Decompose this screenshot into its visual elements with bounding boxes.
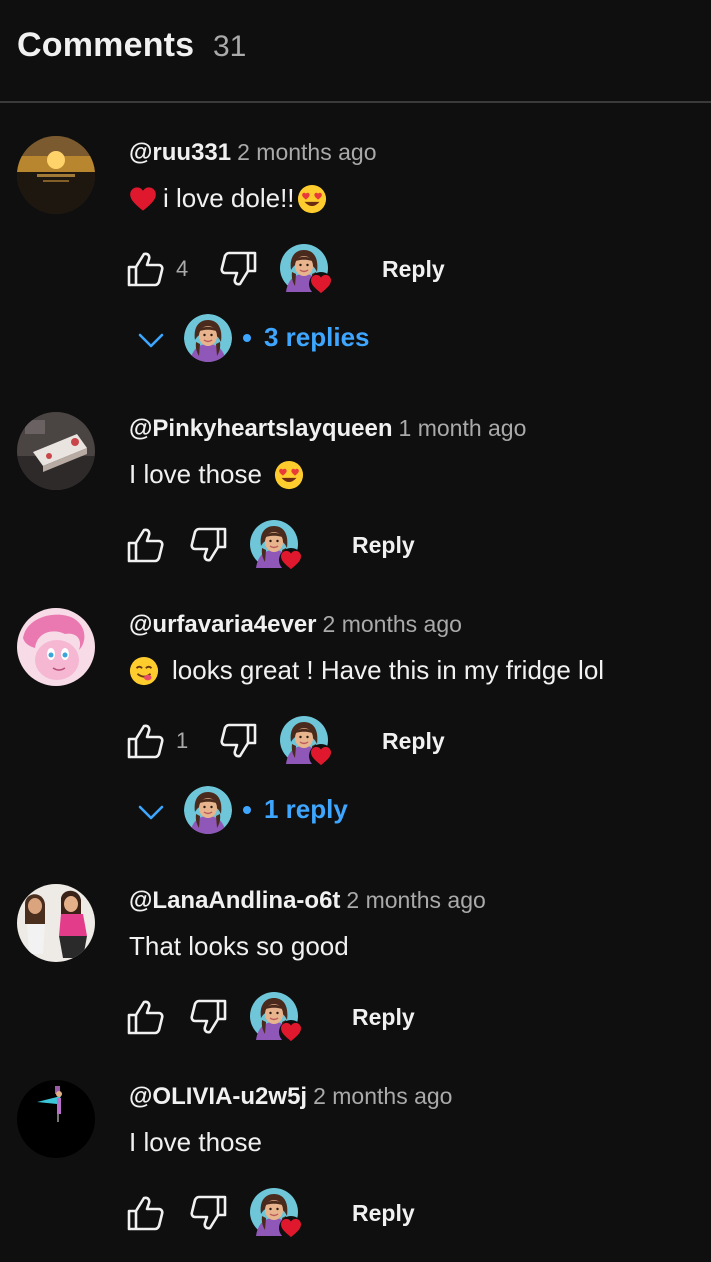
heart-eyes-emoji-icon <box>297 184 327 214</box>
dislike-icon[interactable] <box>220 250 258 288</box>
comment-text: I love those <box>129 1127 262 1158</box>
reply-button[interactable]: Reply <box>352 532 415 559</box>
chevron-down-icon <box>137 328 165 352</box>
comment-timestamp[interactable]: 2 months ago <box>323 611 462 637</box>
comment-timestamp[interactable]: 1 month ago <box>399 415 527 441</box>
comment-timestamp[interactable]: 2 months ago <box>313 1083 452 1109</box>
comment-text: looks great ! Have this in my fridge lol <box>129 655 604 686</box>
like-icon[interactable] <box>126 526 164 564</box>
creator-heart-icon <box>250 992 304 1046</box>
replies-count-label: 3 replies <box>264 322 370 352</box>
comment-author[interactable]: @Pinkyheartslayqueen <box>129 415 393 442</box>
separator-dot <box>243 334 251 342</box>
avatar[interactable] <box>17 1080 95 1158</box>
comment-body: I love those <box>129 1127 262 1157</box>
comment-body: That looks so good <box>129 931 349 961</box>
comment-meta: @urfavaria4ever 2 months ago <box>129 611 462 639</box>
creator-heart-icon <box>250 520 304 574</box>
avatar[interactable] <box>17 136 95 214</box>
chevron-down-icon <box>137 800 165 824</box>
like-icon[interactable] <box>126 250 164 288</box>
like-icon[interactable] <box>126 998 164 1036</box>
creator-heart-icon <box>250 1188 304 1242</box>
separator-dot <box>243 806 251 814</box>
comment-meta: @OLIVIA-u2w5j 2 months ago <box>129 1083 452 1111</box>
reply-button[interactable]: Reply <box>382 256 445 283</box>
comment-actions: Reply <box>126 992 526 1044</box>
comment-text: i love dole!! <box>129 183 327 214</box>
creator-avatar-image <box>184 314 232 362</box>
comment-meta: @LanaAndlina-o6t 2 months ago <box>129 887 486 915</box>
sunset-avatar-image <box>17 136 95 214</box>
dislike-icon[interactable] <box>190 1194 228 1232</box>
like-icon[interactable] <box>126 1194 164 1232</box>
creator-avatar <box>184 786 232 834</box>
comment-actions: Reply <box>126 520 526 572</box>
pink-pony-avatar-image <box>17 608 95 686</box>
yum-emoji-icon <box>129 656 159 686</box>
dolls-avatar-image <box>17 884 95 962</box>
avatar[interactable] <box>17 608 95 686</box>
avatar[interactable] <box>17 412 95 490</box>
red-heart-emoji-icon <box>129 186 157 212</box>
comment-timestamp[interactable]: 2 months ago <box>346 887 485 913</box>
comment-author[interactable]: @urfavaria4ever <box>129 611 317 638</box>
like-count: 4 <box>176 256 189 281</box>
replies-count-label: 1 reply <box>264 794 348 824</box>
comment-body: i love dole!! <box>163 183 295 213</box>
comment-timestamp[interactable]: 2 months ago <box>237 139 376 165</box>
comment-meta: @Pinkyheartslayqueen 1 month ago <box>129 415 526 443</box>
comment-author[interactable]: @OLIVIA-u2w5j <box>129 1083 307 1110</box>
comment-actions: 4 Reply <box>126 244 526 296</box>
comments-title: Comments <box>17 26 195 64</box>
creator-avatar-image <box>184 786 232 834</box>
view-replies-button[interactable]: 1 reply <box>137 786 437 838</box>
cake-avatar-image <box>17 412 95 490</box>
comment-author[interactable]: @LanaAndlina-o6t <box>129 887 340 914</box>
comment-actions: 1 Reply <box>126 716 526 768</box>
creator-avatar <box>184 314 232 362</box>
comment-text: That looks so good <box>129 931 349 962</box>
creator-heart-icon <box>280 716 334 770</box>
view-replies-button[interactable]: 3 replies <box>137 314 437 366</box>
dark-avatar-image <box>17 1080 95 1158</box>
dislike-icon[interactable] <box>220 722 258 760</box>
creator-heart-icon <box>280 244 334 298</box>
avatar[interactable] <box>17 884 95 962</box>
comment-author[interactable]: @ruu331 <box>129 139 231 166</box>
comments-header: Comments 31 <box>0 0 711 103</box>
dislike-icon[interactable] <box>190 526 228 564</box>
heart-eyes-emoji-icon <box>274 460 304 490</box>
comment-meta: @ruu331 2 months ago <box>129 139 376 167</box>
comment-body: looks great ! Have this in my fridge lol <box>172 655 605 685</box>
comment-actions: Reply <box>126 1188 526 1240</box>
reply-button[interactable]: Reply <box>352 1004 415 1031</box>
reply-button[interactable]: Reply <box>382 728 445 755</box>
like-count: 1 <box>176 728 189 753</box>
comments-count: 31 <box>213 30 247 63</box>
comment-text: I love those <box>129 459 304 490</box>
dislike-icon[interactable] <box>190 998 228 1036</box>
comment-body: I love those <box>129 459 262 489</box>
reply-button[interactable]: Reply <box>352 1200 415 1227</box>
like-icon[interactable] <box>126 722 164 760</box>
